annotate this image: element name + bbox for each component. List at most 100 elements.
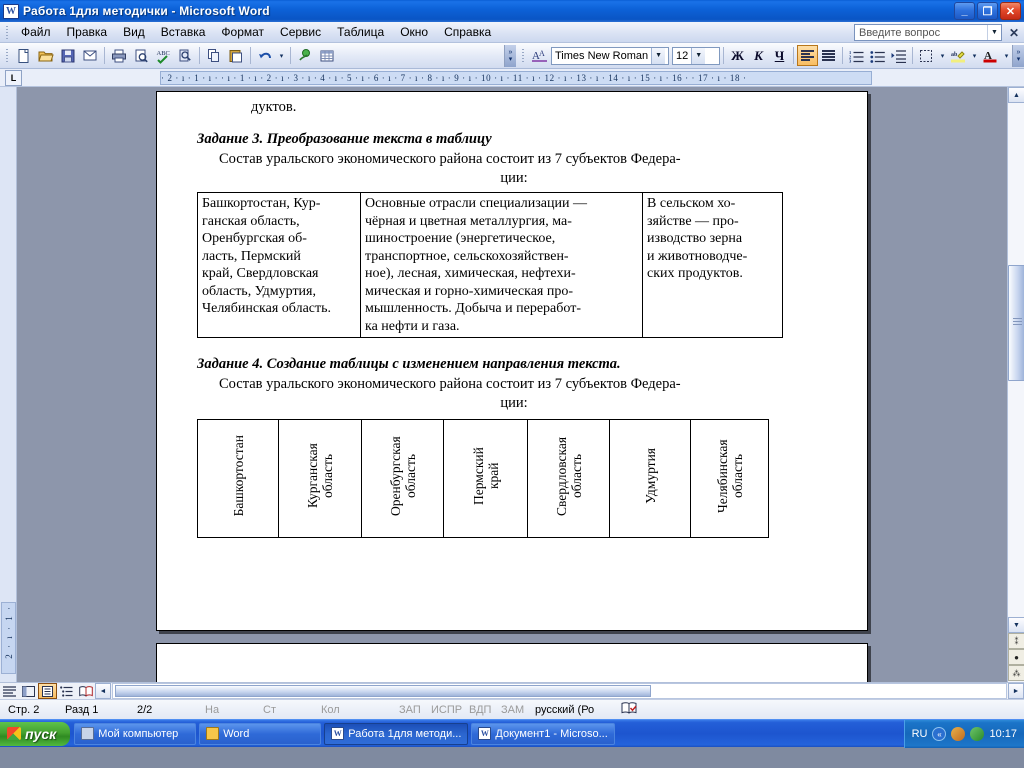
- vertical-scrollbar[interactable]: ▲ ▼ ⁑ ● ⁂: [1007, 87, 1024, 682]
- task3-cell-2[interactable]: Основные отрасли специализации — чёрная …: [360, 192, 643, 338]
- taskbar-item-rabota1[interactable]: W Работа 1для методи...: [324, 722, 469, 745]
- styles-and-formatting-icon[interactable]: AA: [529, 45, 551, 67]
- taskbar-clock[interactable]: 10:17: [989, 728, 1017, 740]
- new-document-icon[interactable]: [13, 45, 35, 67]
- print-icon[interactable]: [108, 45, 130, 67]
- open-folder-icon[interactable]: [35, 45, 57, 67]
- font-name-combobox[interactable]: Times New Roman ▼: [551, 46, 669, 65]
- scroll-left-button[interactable]: ◄: [95, 683, 111, 699]
- menu-drag-handle[interactable]: [3, 24, 11, 40]
- status-trk[interactable]: ИСПР: [428, 704, 466, 716]
- italic-button[interactable]: К: [748, 45, 769, 66]
- menu-item-insert[interactable]: Вставка: [153, 23, 214, 41]
- insert-hyperlink-icon[interactable]: [294, 45, 316, 67]
- scroll-up-button[interactable]: ▲: [1008, 87, 1024, 103]
- formatting-toolbar-options-icon[interactable]: » ▾: [1012, 44, 1024, 67]
- print-layout-view-button[interactable]: [38, 683, 57, 699]
- status-language[interactable]: русский (Ро: [532, 704, 618, 716]
- minimize-button[interactable]: _: [954, 2, 975, 20]
- network-icon[interactable]: [951, 727, 966, 741]
- volume-icon[interactable]: [970, 727, 985, 741]
- task3-cell-3[interactable]: В сельском хо- зяйстве — про- изводство …: [642, 192, 783, 338]
- vertical-ruler[interactable]: 2 · ı · 1 ·: [0, 87, 17, 682]
- task3-cell-1[interactable]: Башкортостан, Кур- ганская область, Орен…: [197, 192, 361, 338]
- maximize-button[interactable]: ❐: [977, 2, 998, 20]
- previous-page-button[interactable]: ⁑: [1008, 633, 1024, 649]
- outline-view-button[interactable]: [57, 683, 76, 699]
- increase-indent-button[interactable]: [888, 45, 909, 66]
- spell-check-status-icon[interactable]: [618, 701, 640, 718]
- menu-item-window[interactable]: Окно: [392, 23, 436, 41]
- toolbar-options-icon[interactable]: » ▾: [504, 44, 516, 67]
- menu-item-help[interactable]: Справка: [436, 23, 499, 41]
- formatting-toolbar-handle[interactable]: [519, 48, 527, 64]
- tab-stop-selector[interactable]: L: [5, 69, 22, 86]
- show-hidden-icons[interactable]: «: [932, 727, 947, 741]
- spelling-check-icon[interactable]: ABC: [152, 45, 174, 67]
- paste-icon[interactable]: [225, 45, 247, 67]
- scroll-right-button[interactable]: ►: [1008, 683, 1024, 699]
- save-icon[interactable]: [57, 45, 79, 67]
- status-rec[interactable]: ЗАП: [396, 704, 428, 716]
- task3-table[interactable]: Башкортостан, Кур- ганская область, Орен…: [197, 192, 783, 338]
- chevron-down-icon[interactable]: ▼: [651, 47, 666, 64]
- email-icon[interactable]: [79, 45, 101, 67]
- font-color-button[interactable]: A: [980, 45, 1001, 66]
- horizontal-scroll-thumb[interactable]: [115, 685, 651, 697]
- next-page-button[interactable]: ⁂: [1008, 665, 1024, 681]
- normal-view-button[interactable]: [0, 683, 19, 699]
- menu-item-file[interactable]: Файл: [13, 23, 59, 41]
- borders-dropdown-icon[interactable]: ▾: [937, 45, 948, 67]
- menu-item-table[interactable]: Таблица: [329, 23, 392, 41]
- scroll-down-button[interactable]: ▼: [1008, 617, 1024, 633]
- menu-item-edit[interactable]: Правка: [59, 23, 116, 41]
- close-button[interactable]: ✕: [1000, 2, 1021, 20]
- horizontal-ruler[interactable]: · 2 · ı · 1 · ı · · ı · 1 · ı · 2 · ı · …: [160, 71, 872, 85]
- print-preview-icon[interactable]: [130, 45, 152, 67]
- undo-dropdown-icon[interactable]: ▾: [276, 45, 287, 67]
- horizontal-scroll-track[interactable]: [112, 683, 1007, 699]
- vertical-scroll-thumb[interactable]: [1008, 265, 1024, 381]
- taskbar-item-my-computer[interactable]: Мой компьютер: [74, 722, 197, 745]
- research-icon[interactable]: [174, 45, 196, 67]
- highlight-button[interactable]: ab: [948, 45, 969, 66]
- ask-a-question-box[interactable]: Введите вопрос ▼: [854, 24, 1002, 41]
- status-ovr[interactable]: ЗАМ: [498, 704, 532, 716]
- task4-cell-6[interactable]: Удмуртия: [609, 419, 691, 538]
- toolbar-drag-handle[interactable]: [3, 48, 11, 64]
- reading-layout-view-button[interactable]: [76, 683, 95, 699]
- close-task-pane-icon[interactable]: ✕: [1009, 26, 1019, 40]
- taskbar-item-document1[interactable]: W Документ1 - Microso...: [471, 722, 615, 745]
- align-left-button[interactable]: [797, 45, 818, 66]
- task4-cell-7[interactable]: Челябинская область: [690, 419, 769, 538]
- task4-cell-3[interactable]: Оренбургская область: [361, 419, 444, 538]
- task4-vertical-table[interactable]: Башкортостан Курганская область Оренбург…: [197, 419, 769, 538]
- select-browse-object-button[interactable]: ●: [1008, 649, 1024, 665]
- document-page-2[interactable]: [156, 643, 868, 682]
- taskbar-item-word-folder[interactable]: Word: [199, 722, 322, 745]
- task4-cell-1[interactable]: Башкортостан: [197, 419, 279, 538]
- task4-cell-2[interactable]: Курганская область: [278, 419, 362, 538]
- status-ext[interactable]: ВДП: [466, 704, 498, 716]
- bold-button[interactable]: Ж: [727, 45, 748, 66]
- menu-item-tools[interactable]: Сервис: [272, 23, 329, 41]
- underline-button[interactable]: Ч: [769, 45, 790, 66]
- menu-item-view[interactable]: Вид: [115, 23, 153, 41]
- font-color-dropdown-icon[interactable]: ▾: [1001, 45, 1012, 67]
- undo-icon[interactable]: [254, 45, 276, 67]
- chevron-down-icon[interactable]: ▼: [691, 47, 706, 64]
- copy-icon[interactable]: [203, 45, 225, 67]
- document-page-1[interactable]: дуктов. Задание 3. Преобразование текста…: [156, 91, 868, 631]
- insert-table-icon[interactable]: [316, 45, 338, 67]
- numbered-list-button[interactable]: 123: [846, 45, 867, 66]
- task4-cell-4[interactable]: Пермский край: [443, 419, 528, 538]
- font-size-combobox[interactable]: 12 ▼: [672, 46, 720, 65]
- bulleted-list-button[interactable]: [867, 45, 888, 66]
- web-layout-view-button[interactable]: [19, 683, 38, 699]
- task4-cell-5[interactable]: Свердловская область: [527, 419, 610, 538]
- language-indicator[interactable]: RU: [912, 728, 928, 740]
- start-button[interactable]: пуск: [0, 721, 71, 746]
- align-justify-button[interactable]: [818, 45, 839, 66]
- highlight-dropdown-icon[interactable]: ▾: [969, 45, 980, 67]
- borders-button[interactable]: [916, 45, 937, 66]
